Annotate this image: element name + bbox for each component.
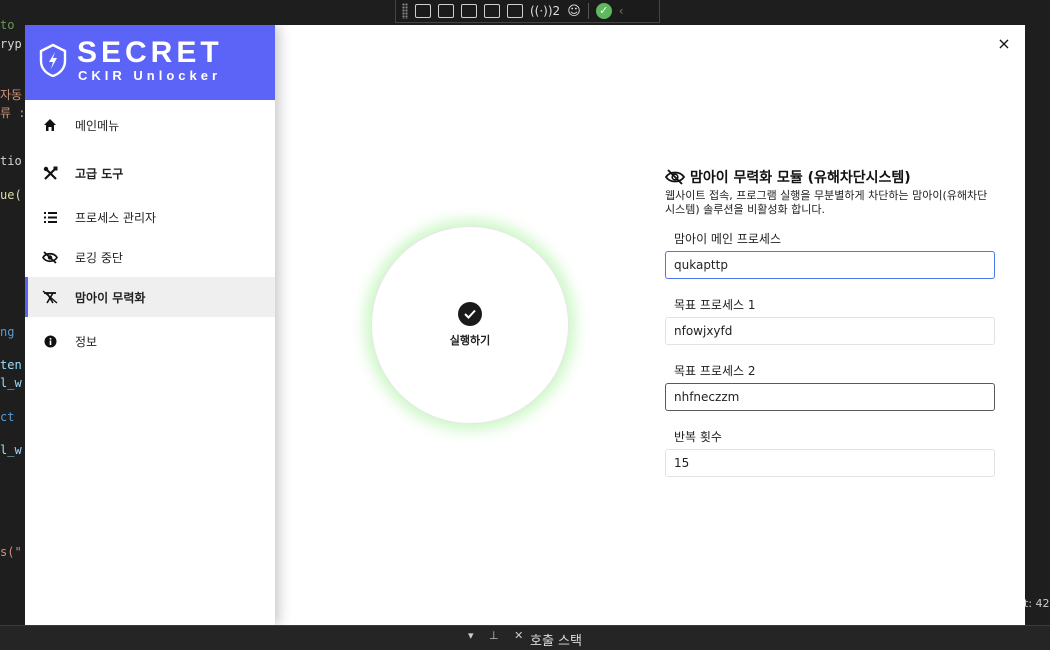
module-title-text: 맘아이 무력화 모듈 (유해차단시스템)	[690, 170, 911, 186]
pointer-icon[interactable]	[461, 4, 477, 18]
code-line: ten	[0, 358, 22, 372]
target-process-2-label: 목표 프로세스 2	[674, 364, 756, 378]
eye-slash-icon	[665, 169, 685, 185]
close-button[interactable]: ×	[995, 35, 1013, 53]
toolbar-divider	[587, 3, 589, 19]
home-icon	[42, 117, 58, 133]
accessibility-icon[interactable]: ☺	[567, 4, 581, 19]
code-line: l_w	[0, 376, 22, 390]
module-panel: 맘아이 무력화 모듈 (유해차단시스템) 웹사이트 접속, 프로그램 실행을 무…	[665, 167, 997, 477]
module-description: 웹사이트 접속, 프로그램 실행을 무분별하게 차단하는 맘아이(유해차단시스템…	[665, 189, 988, 216]
sidebar-item-label: 맘아이 무력화	[75, 290, 146, 305]
code-line: ct	[0, 410, 15, 424]
code-line: ue(	[0, 188, 22, 202]
pane-controls[interactable]: ▾ ⊥ ✕	[468, 629, 529, 642]
select-element-icon[interactable]	[415, 4, 431, 18]
sidebar-item-label: 정보	[75, 334, 98, 349]
repeat-count-label: 반복 횟수	[674, 430, 722, 444]
sidebar-menu: 메인메뉴 고급 도구 프로세스 관리자 로깅 중단 맘아이 무력화 정보	[25, 105, 275, 361]
sidebar-item-process-manager[interactable]: 프로세스 관리자	[25, 197, 275, 237]
crossed-tools-icon	[42, 289, 58, 305]
main-process-input[interactable]	[665, 251, 995, 279]
sidebar-item-info[interactable]: 정보	[25, 321, 275, 361]
check-ok-icon[interactable]: ✓	[595, 3, 612, 19]
app-window: SECRET CKIR Unlocker 메인메뉴 고급 도구 프로세스 관리자…	[25, 25, 1025, 625]
code-line: l_w	[0, 443, 22, 457]
target-process-1-label: 목표 프로세스 1	[674, 298, 756, 312]
debug-toolbar: ((·))2 ☺ ✓ ‹	[395, 0, 660, 23]
sidebar-item-stop-logging[interactable]: 로깅 중단	[25, 237, 275, 277]
code-line: s("	[0, 545, 22, 559]
brand-header: SECRET CKIR Unlocker	[25, 25, 275, 100]
sidebar-item-label: 로깅 중단	[75, 250, 123, 265]
code-line: 류 :	[0, 106, 26, 120]
brand-subtitle: CKIR Unlocker	[78, 68, 222, 83]
code-line: to	[0, 18, 15, 32]
sidebar-item-main-menu[interactable]: 메인메뉴	[25, 105, 275, 145]
sidebar-item-label: 고급 도구	[75, 166, 124, 181]
binding-failures-count-value: 2	[552, 4, 561, 18]
broadcast-icon: ((·))	[530, 4, 553, 18]
sidebar-item-label: 프로세스 관리자	[75, 210, 157, 225]
sidebar-item-momeye-disable[interactable]: 맘아이 무력화	[25, 277, 275, 317]
call-stack-tab[interactable]: 호출 스택	[530, 630, 582, 649]
main-process-field: 맘아이 메인 프로세스	[665, 227, 997, 279]
target-process-1-input[interactable]	[665, 317, 995, 345]
eye-slash-icon	[42, 249, 58, 265]
brand-title: SECRET	[77, 36, 223, 69]
run-button-label: 실행하기	[449, 334, 491, 347]
target-process-1-field: 목표 프로세스 1	[665, 293, 997, 345]
run-button[interactable]: 실행하기	[371, 226, 569, 424]
code-line: ng	[0, 325, 15, 339]
target-process-2-input[interactable]	[665, 383, 995, 411]
sidebar-item-advanced-tools[interactable]: 고급 도구	[25, 153, 275, 193]
main-process-label: 맘아이 메인 프로세스	[674, 232, 781, 246]
code-line: tio	[0, 154, 22, 168]
sidebar-item-label: 메인메뉴	[75, 118, 120, 133]
chevron-left-icon[interactable]: ‹	[619, 4, 624, 18]
ide-bottom-panel: ▾ ⊥ ✕ 호출 스택	[0, 625, 1050, 650]
code-line: 자동	[0, 88, 23, 102]
check-circle-icon	[458, 302, 482, 326]
list-icon	[42, 209, 58, 225]
toolbar-grip-icon[interactable]	[402, 3, 408, 19]
module-title: 맘아이 무력화 모듈 (유해차단시스템)	[665, 167, 997, 187]
tools-icon	[42, 165, 58, 181]
adorner-icon[interactable]	[484, 4, 500, 18]
sidebar: SECRET CKIR Unlocker 메인메뉴 고급 도구 프로세스 관리자…	[25, 25, 275, 625]
layout-icon[interactable]	[507, 4, 523, 18]
shield-logo-icon	[39, 43, 67, 77]
status-readout: t: 42	[1024, 597, 1050, 610]
repeat-count-field: 반복 횟수	[665, 425, 997, 477]
code-line: ryp	[0, 37, 22, 51]
target-process-2-field: 목표 프로세스 2	[665, 359, 997, 411]
binding-failures-count[interactable]: ((·))2	[530, 4, 560, 18]
video-icon[interactable]	[438, 4, 454, 18]
info-icon	[42, 333, 58, 349]
repeat-count-input[interactable]	[665, 449, 995, 477]
